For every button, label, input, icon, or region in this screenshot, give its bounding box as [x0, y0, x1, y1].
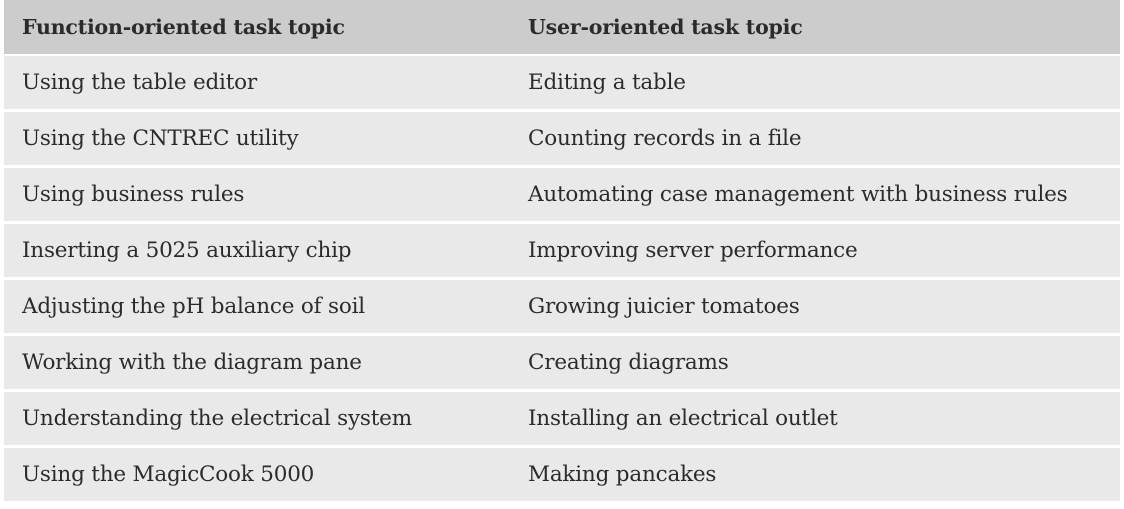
task-topic-table: Function-oriented task topic User-orient… — [4, 0, 1120, 501]
user-topic-cell: Growing juicier tomatoes — [510, 280, 1120, 336]
function-topic-cell: Inserting a 5025 auxiliary chip — [4, 224, 510, 280]
function-topic-cell: Using the table editor — [4, 56, 510, 112]
function-topic-cell: Using the CNTREC utility — [4, 112, 510, 168]
user-topic-cell: Making pancakes — [510, 448, 1120, 501]
table-row: Understanding the electrical system Inst… — [4, 392, 1120, 448]
user-topic-cell: Counting records in a file — [510, 112, 1120, 168]
user-topic-cell: Editing a table — [510, 56, 1120, 112]
table-row: Using business rules Automating case man… — [4, 168, 1120, 224]
user-topic-cell: Automating case management with business… — [510, 168, 1120, 224]
user-topic-cell: Improving server performance — [510, 224, 1120, 280]
function-topic-cell: Working with the diagram pane — [4, 336, 510, 392]
table-row: Using the MagicCook 5000 Making pancakes — [4, 448, 1120, 501]
header-row: Function-oriented task topic User-orient… — [4, 0, 1120, 56]
table-row: Using the CNTREC utility Counting record… — [4, 112, 1120, 168]
table-header: Function-oriented task topic User-orient… — [4, 0, 1120, 56]
user-topic-cell: Installing an electrical outlet — [510, 392, 1120, 448]
header-function-oriented: Function-oriented task topic — [4, 0, 510, 56]
function-topic-cell: Using business rules — [4, 168, 510, 224]
function-topic-cell: Understanding the electrical system — [4, 392, 510, 448]
header-user-oriented: User-oriented task topic — [510, 0, 1120, 56]
table-row: Inserting a 5025 auxiliary chip Improvin… — [4, 224, 1120, 280]
table-row: Adjusting the pH balance of soil Growing… — [4, 280, 1120, 336]
table-body: Using the table editor Editing a table U… — [4, 56, 1120, 501]
function-topic-cell: Adjusting the pH balance of soil — [4, 280, 510, 336]
task-topic-table-container: Function-oriented task topic User-orient… — [4, 0, 1120, 501]
table-row: Working with the diagram pane Creating d… — [4, 336, 1120, 392]
table-row: Using the table editor Editing a table — [4, 56, 1120, 112]
user-topic-cell: Creating diagrams — [510, 336, 1120, 392]
function-topic-cell: Using the MagicCook 5000 — [4, 448, 510, 501]
